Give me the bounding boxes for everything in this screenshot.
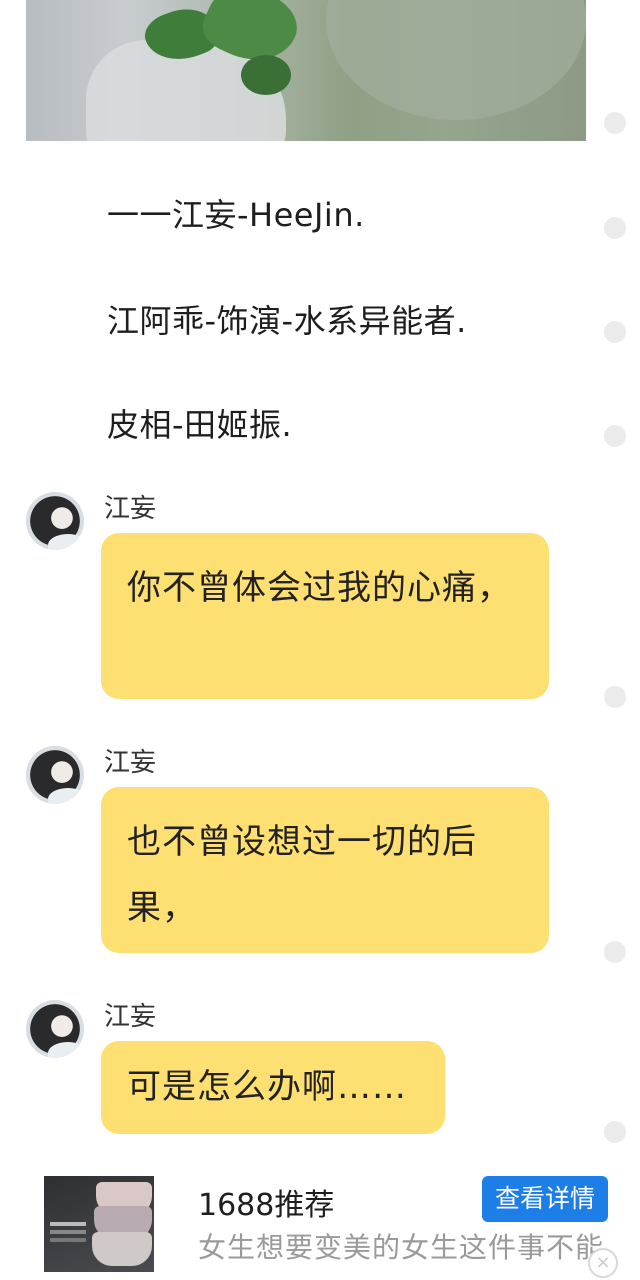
sender-name: 江妄	[104, 748, 157, 778]
ad-banner[interactable]: 1688推荐 女生想要变美的女生这件事不能 查看详情 ×	[0, 1166, 640, 1280]
avatar[interactable]	[26, 746, 84, 804]
chat-bubble: 你不曾体会过我的心痛，	[101, 533, 549, 699]
close-icon[interactable]: ×	[588, 1248, 618, 1278]
paragraph-comment-dot[interactable]	[604, 941, 626, 963]
caption-line-1: 一一江妄-HeeJin.	[107, 196, 365, 234]
caption-line-3: 皮相-田姬振.	[107, 406, 293, 444]
sender-name: 江妄	[104, 1002, 157, 1032]
paragraph-comment-dot[interactable]	[604, 321, 626, 343]
paragraph-comment-dot[interactable]	[604, 1121, 626, 1143]
view-details-button[interactable]: 查看详情	[482, 1176, 608, 1222]
avatar[interactable]	[26, 492, 84, 550]
paragraph-comment-dot[interactable]	[604, 686, 626, 708]
chat-bubble: 可是怎么办啊……	[101, 1041, 445, 1134]
chat-bubble: 也不曾设想过一切的后果，	[101, 787, 549, 953]
sender-name: 江妄	[104, 494, 157, 524]
paragraph-comment-dot[interactable]	[604, 112, 626, 134]
ad-title[interactable]: 1688推荐	[198, 1180, 334, 1224]
ad-description[interactable]: 女生想要变美的女生这件事不能	[198, 1226, 628, 1266]
paragraph-comment-dot[interactable]	[604, 425, 626, 447]
story-image	[26, 0, 586, 141]
ad-thumbnail[interactable]	[44, 1176, 154, 1272]
caption-line-2: 江阿乖-饰演-水系异能者.	[107, 302, 467, 340]
avatar[interactable]	[26, 1000, 84, 1058]
paragraph-comment-dot[interactable]	[604, 217, 626, 239]
